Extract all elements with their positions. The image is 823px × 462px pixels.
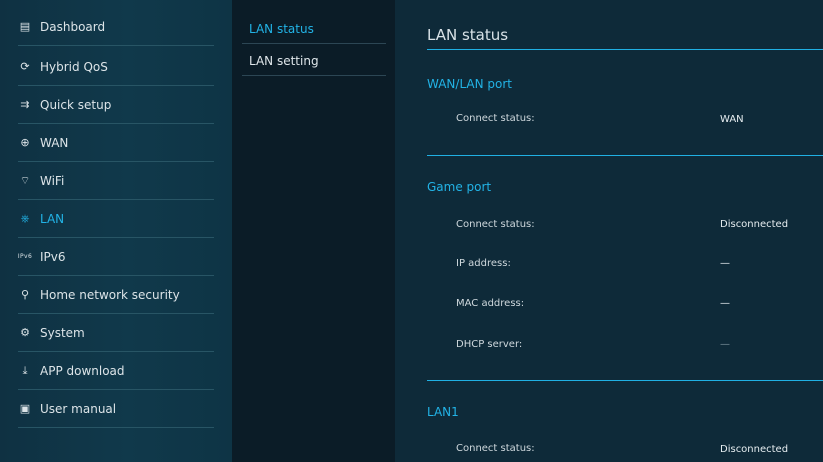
- sidebar-item-app-download[interactable]: ⤓ APP download: [18, 352, 214, 390]
- section-title-game-port: Game port: [427, 180, 492, 194]
- sidebar-item-label: Quick setup: [40, 97, 112, 112]
- download-icon: ⤓: [22, 363, 28, 377]
- submenu: LAN status LAN setting: [232, 0, 395, 462]
- sidebar-item-hybrid-qos[interactable]: ⟳ Hybrid QoS: [18, 48, 214, 86]
- sidebar-item-label: Hybrid QoS: [40, 59, 108, 74]
- sidebar-item-wifi[interactable]: ⌔ WiFi: [18, 162, 214, 200]
- section-title-lan1: LAN1: [427, 405, 459, 419]
- security-icon: ⚲: [20, 288, 30, 301]
- sidebar-item-label: APP download: [40, 363, 125, 378]
- row-value: Disconnected: [720, 444, 789, 455]
- row-value: —: [720, 258, 730, 269]
- sidebar-item-home-network-security[interactable]: ⚲ Home network security: [18, 276, 214, 314]
- dashboard-icon: ▤: [19, 20, 31, 33]
- wifi-icon: ⌔: [19, 173, 31, 187]
- row-label: Connect status:: [456, 219, 535, 230]
- sidebar-item-label: System: [40, 325, 85, 340]
- row-label: IP address:: [456, 258, 511, 269]
- lan-icon: ⎈: [20, 211, 30, 225]
- submenu-item-label: LAN setting: [249, 53, 319, 68]
- submenu-item-label: LAN status: [249, 21, 314, 36]
- divider: [427, 155, 823, 156]
- section-title-wan-lan-port: WAN/LAN port: [427, 77, 512, 91]
- submenu-item-lan-status[interactable]: LAN status: [242, 14, 386, 44]
- row-value: —: [720, 339, 730, 350]
- row-value: —: [720, 298, 730, 309]
- sidebar-item-label: WiFi: [40, 173, 65, 188]
- page-title: LAN status: [427, 26, 509, 44]
- main-content: LAN status WAN/LAN port Connect status: …: [395, 0, 823, 462]
- sidebar-item-quick-setup[interactable]: ⇉ Quick setup: [18, 86, 214, 124]
- qos-icon: ⟳: [20, 60, 30, 73]
- sidebar-item-label: IPv6: [40, 249, 66, 264]
- sidebar-item-ipv6[interactable]: IPv6 IPv6: [18, 238, 214, 276]
- sidebar-item-user-manual[interactable]: ▣ User manual: [18, 390, 214, 428]
- globe-icon: ⊕: [20, 136, 30, 149]
- quick-setup-icon: ⇉: [20, 98, 30, 111]
- divider: [427, 380, 823, 381]
- ipv6-icon: IPv6: [17, 253, 33, 260]
- row-label: DHCP server:: [456, 339, 523, 350]
- row-value: WAN: [720, 114, 744, 125]
- system-icon: ⚙: [20, 326, 30, 339]
- manual-icon: ▣: [19, 402, 31, 415]
- sidebar-item-label: Home network security: [40, 287, 180, 302]
- row-label: Connect status:: [456, 113, 535, 124]
- sidebar-item-label: WAN: [40, 135, 69, 150]
- row-label: Connect status:: [456, 443, 535, 454]
- sidebar-item-lan[interactable]: ⎈ LAN: [18, 200, 214, 238]
- sidebar-item-label: LAN: [40, 211, 65, 226]
- row-label: MAC address:: [456, 298, 525, 309]
- sidebar-item-wan[interactable]: ⊕ WAN: [18, 124, 214, 162]
- sidebar-item-system[interactable]: ⚙ System: [18, 314, 214, 352]
- row-value: Disconnected: [720, 219, 789, 230]
- submenu-item-lan-setting[interactable]: LAN setting: [242, 46, 386, 76]
- sidebar: ▤ Dashboard ⟳ Hybrid QoS ⇉ Quick setup ⊕…: [0, 0, 232, 462]
- sidebar-item-label: User manual: [40, 401, 117, 416]
- sidebar-item-dashboard[interactable]: ▤ Dashboard: [18, 8, 214, 46]
- divider: [427, 49, 823, 50]
- sidebar-item-label: Dashboard: [40, 19, 106, 34]
